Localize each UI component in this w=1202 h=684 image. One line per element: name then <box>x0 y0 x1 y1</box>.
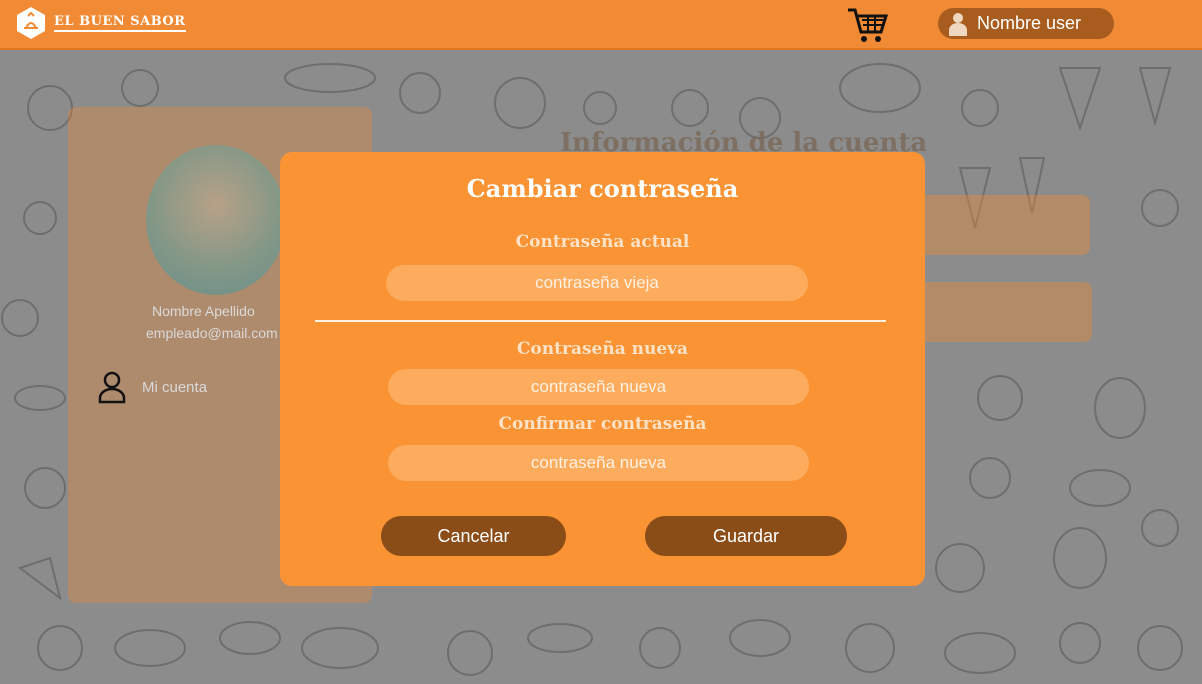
new-password-input[interactable] <box>388 369 809 405</box>
new-password-label: Contraseña nueva <box>516 339 689 359</box>
confirm-password-label: Confirmar contraseña <box>498 414 707 434</box>
cart-icon[interactable] <box>846 6 888 44</box>
modal-title: Cambiar contraseña <box>466 174 739 203</box>
top-navbar: EL BUEN SABOR Nombre user <box>0 0 1202 50</box>
account-field-background <box>920 282 1092 342</box>
brand-name: EL BUEN SABOR <box>54 14 186 32</box>
current-password-input[interactable] <box>386 265 808 301</box>
account-field-background <box>920 195 1090 255</box>
user-name: Nombre user <box>977 13 1082 33</box>
brand[interactable]: EL BUEN SABOR <box>16 6 186 40</box>
user-icon <box>949 12 967 36</box>
profile-email: empleado@mail.com <box>146 325 278 341</box>
account-icon <box>98 371 126 404</box>
sidebar-item-my-account[interactable]: Mi cuenta <box>98 370 207 404</box>
divider <box>315 320 886 322</box>
user-menu-button[interactable]: Nombre user <box>938 8 1114 39</box>
confirm-password-input[interactable] <box>388 445 809 481</box>
avatar <box>146 145 286 295</box>
profile-name: Nombre Apellido <box>152 303 255 319</box>
sidebar-item-label: Mi cuenta <box>142 378 208 396</box>
current-password-label: Contraseña actual <box>515 232 690 252</box>
change-password-modal: Cambiar contraseña Contraseña actual Con… <box>280 152 925 586</box>
logo-icon <box>17 7 45 39</box>
cancel-button[interactable]: Cancelar <box>381 516 566 556</box>
save-button[interactable]: Guardar <box>645 516 847 556</box>
